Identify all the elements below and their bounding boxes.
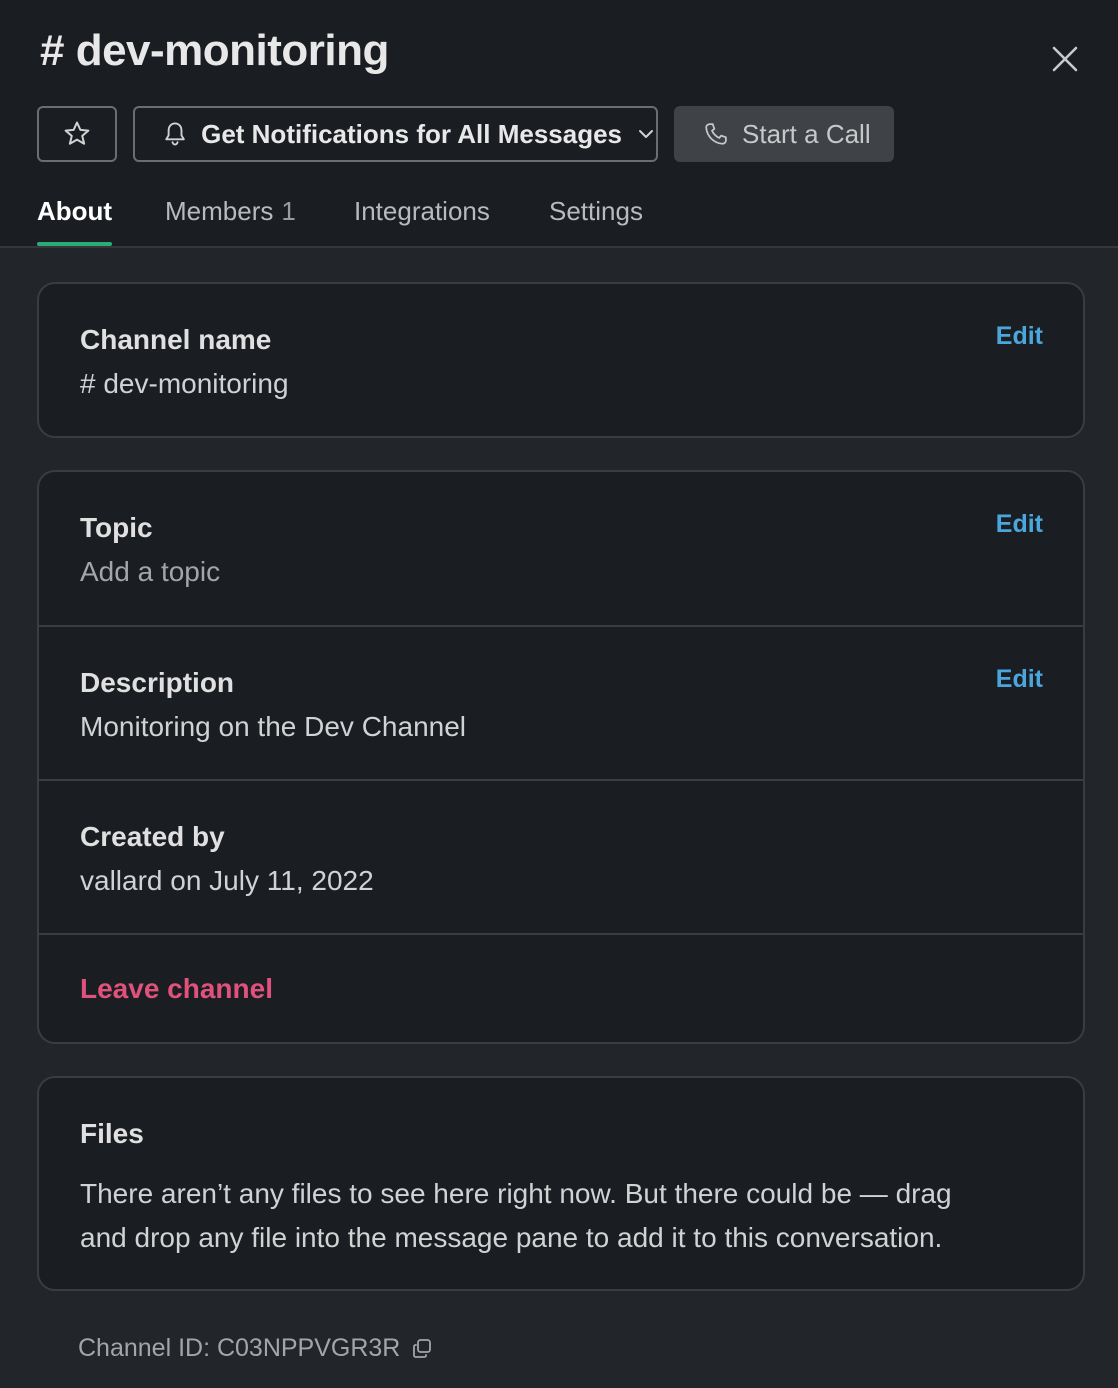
tab-integrations-label: Integrations [354,196,490,226]
tab-members-label: Members [165,196,274,226]
start-call-button[interactable]: Start a Call [674,106,894,162]
tab-members[interactable]: Members 1 [165,196,296,227]
files-empty-line-2: and drop any file into the message pane … [80,1222,943,1253]
channel-name-label: Channel name [80,324,272,355]
files-card: Files There aren’t any files to see here… [37,1076,1085,1291]
edit-description-link[interactable]: Edit [996,665,1043,694]
tab-about[interactable]: About [37,196,113,246]
channel-name-value: # dev-monitoring [80,368,289,399]
close-icon [1052,46,1078,72]
description-value: Monitoring on the Dev Channel [80,711,467,742]
topic-section[interactable]: Topic Add a topic Edit [39,472,1083,627]
description-label: Description [80,667,235,698]
channel-details-header: # dev-monitoring Get Notifications for A… [0,0,1118,248]
channel-title: # dev-monitoring [40,26,389,75]
tab-bar: About Members 1 Integrations Settings [0,196,1118,248]
description-section[interactable]: Description Monitoring on the Dev Channe… [39,627,1083,781]
tab-integrations[interactable]: Integrations [354,196,490,227]
files-section: Files There aren’t any files to see here… [39,1078,1083,1289]
created-by-value: vallard on July 11, 2022 [80,865,374,896]
leave-channel-section: Leave channel [39,935,1083,1042]
chevron-down-icon [636,124,656,144]
topic-label: Topic [80,512,153,543]
topic-value: Add a topic [80,556,221,587]
phone-icon [705,123,727,145]
files-empty-message: There aren’t any files to see here right… [80,1172,1023,1260]
leave-channel-button[interactable]: Leave channel [80,973,273,1005]
files-empty-line-1: There aren’t any files to see here right… [80,1178,952,1209]
channel-name-card: Channel name # dev-monitoring Edit [37,282,1085,438]
channel-name-section[interactable]: Channel name # dev-monitoring Edit [39,284,1083,436]
tab-about-label: About [37,196,113,226]
channel-id-row: Channel ID: C03NPPVGR3R [78,1334,434,1363]
star-button[interactable] [37,106,117,162]
edit-channel-name-link[interactable]: Edit [996,322,1043,351]
star-icon [64,121,90,145]
created-by-label: Created by [80,821,225,852]
channel-id-text: Channel ID: C03NPPVGR3R [78,1334,401,1362]
notifications-button[interactable]: Get Notifications for All Messages [133,106,658,162]
notifications-label: Get Notifications for All Messages [201,118,622,149]
files-label: Files [80,1118,144,1149]
members-count: 1 [281,196,296,226]
channel-info-card: Topic Add a topic Edit Description Monit… [37,470,1085,1044]
edit-topic-link[interactable]: Edit [996,510,1043,539]
copy-icon[interactable] [410,1337,434,1361]
created-by-section: Created by vallard on July 11, 2022 [39,781,1083,935]
bell-icon [165,122,185,146]
start-call-label: Start a Call [742,118,871,149]
close-button[interactable] [1044,38,1086,80]
tab-settings-label: Settings [549,196,643,226]
tab-settings[interactable]: Settings [549,196,643,227]
